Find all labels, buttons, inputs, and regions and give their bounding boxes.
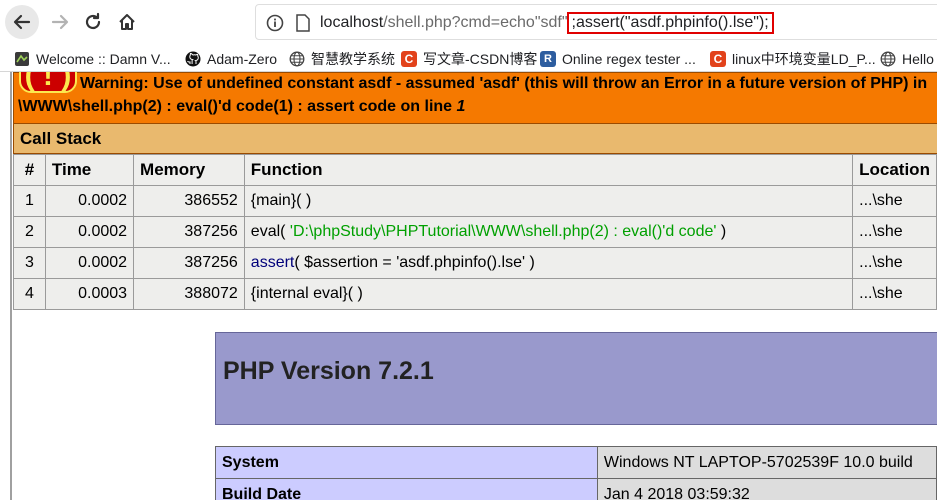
function-name: eval(: [250, 223, 290, 240]
site-info-icon[interactable]: [266, 14, 284, 32]
arrow-right-icon: [51, 14, 69, 30]
bookmark-label: Hello: [902, 51, 934, 67]
bookmark-label: Online regex tester ...: [562, 51, 696, 67]
function-argument: 'D:\phpStudy\PHPTutorial\WWW\shell.php(2…: [289, 223, 717, 240]
call-stack-table: # Time Memory Function Location 1 0.0002…: [13, 154, 937, 310]
cell-time: 0.0002: [44, 185, 135, 217]
table-row: Build Date Jan 4 2018 03:59:32: [215, 478, 937, 500]
forward-button[interactable]: [43, 5, 77, 39]
cell-location: ...\she: [852, 185, 937, 217]
cell-memory: 387256: [133, 247, 245, 279]
dvwa-icon: [14, 51, 30, 67]
cell-time: 0.0002: [44, 216, 135, 248]
bookmark-label: 智慧教学系统: [311, 51, 395, 67]
bookmark-label: Adam-Zero: [207, 51, 278, 67]
col-time: Time: [44, 154, 135, 186]
warning-location-text: \WWW\shell.php(2) : eval()'d code(1) : a…: [18, 98, 457, 115]
cell-function: {main}( ): [243, 185, 854, 217]
function-name: assert: [250, 254, 295, 271]
cell-time: 0.0003: [44, 278, 135, 310]
cell-number: 1: [13, 185, 46, 217]
globe-icon: [880, 51, 896, 67]
bookmarks-bar: Welcome :: Damn V... Adam-Zero 智慧教学系统 C …: [0, 44, 937, 72]
table-row: System Windows NT LAPTOP-5702539F 10.0 b…: [215, 446, 937, 479]
bookmark-regex-tester[interactable]: R Online regex tester ...: [540, 49, 696, 69]
cell-location: ...\she: [852, 247, 937, 279]
bookmark-csdn-write[interactable]: C 写文章-CSDN博客: [401, 49, 537, 69]
cell-number: 2: [13, 216, 46, 248]
table-row: 2 0.0002 387256 eval( 'D:\phpStudy\PHPTu…: [13, 216, 937, 248]
browser-toolbar: localhost/shell.php?cmd=echo"sdf" ;assert…: [0, 0, 937, 44]
left-border: [10, 72, 12, 500]
info-value: Windows NT LAPTOP-5702539F 10.0 build: [596, 446, 937, 479]
arrow-left-icon: [13, 14, 31, 30]
cell-function: assert( $assertion = 'asdf.phpinfo().lse…: [243, 247, 854, 279]
bookmark-teaching-system[interactable]: 智慧教学系统: [289, 49, 395, 69]
cell-time: 0.0002: [44, 247, 135, 279]
url-host: localhost: [320, 14, 384, 31]
bookmark-label: Welcome :: Damn V...: [36, 51, 171, 67]
bookmark-label: linux中环境变量LD_P...: [732, 51, 876, 67]
bookmark-linux-env[interactable]: C linux中环境变量LD_P...: [710, 49, 876, 69]
col-location: Location: [852, 154, 937, 186]
reload-button[interactable]: [76, 5, 110, 39]
url-text[interactable]: localhost/shell.php?cmd=echo"sdf" ;assert…: [320, 12, 774, 34]
col-memory: Memory: [133, 154, 245, 186]
reload-icon: [85, 12, 101, 30]
page-content: ( ! ) Warning: Use of undefined constant…: [0, 72, 937, 500]
warning-line-number: 1: [456, 98, 466, 115]
cell-location: ...\she: [852, 216, 937, 248]
php-warning-banner: ( ! ) Warning: Use of undefined constant…: [13, 72, 937, 124]
function-argument: ( $assertion = 'asdf.phpinfo().lse' ): [294, 254, 535, 271]
function-name: {internal eval}( ): [250, 285, 363, 302]
function-name: {main}( ): [250, 192, 312, 209]
call-stack-title: Call Stack: [13, 124, 937, 154]
home-icon: [119, 14, 135, 30]
function-close: ): [716, 223, 727, 240]
table-row: 4 0.0003 388072 {internal eval}( ) ...\s…: [13, 278, 937, 310]
home-button[interactable]: [110, 5, 144, 39]
cell-memory: 386552: [133, 185, 245, 217]
regex101-icon: R: [540, 51, 556, 67]
table-header-row: # Time Memory Function Location: [13, 154, 937, 186]
warning-message: Warning: Use of undefined constant asdf …: [80, 75, 928, 92]
csdn-icon: C: [401, 51, 417, 67]
github-icon: [185, 51, 201, 67]
info-value: Jan 4 2018 03:59:32: [596, 478, 937, 500]
phpinfo-header: PHP Version 7.2.1: [215, 332, 937, 425]
cell-function: eval( 'D:\phpStudy\PHPTutorial\WWW\shell…: [243, 216, 854, 248]
cell-number: 4: [13, 278, 46, 310]
col-number: #: [13, 154, 46, 186]
warning-icon: ( ! ): [19, 72, 77, 93]
cell-memory: 388072: [133, 278, 245, 310]
bookmark-hello[interactable]: Hello: [880, 49, 934, 69]
cell-number: 3: [13, 247, 46, 279]
csdn-icon: C: [710, 51, 726, 67]
page-icon: [296, 14, 310, 32]
cell-function: {internal eval}( ): [243, 278, 854, 310]
bookmark-adam-zero[interactable]: Adam-Zero: [185, 49, 277, 69]
bookmark-dvwa[interactable]: Welcome :: Damn V...: [14, 49, 171, 69]
back-button[interactable]: [5, 5, 39, 39]
col-function: Function: [243, 154, 854, 186]
address-bar[interactable]: localhost/shell.php?cmd=echo"sdf" ;assert…: [255, 4, 937, 40]
url-highlighted-payload: ;assert("asdf.phpinfo().lse");: [566, 12, 774, 34]
url-path: /shell.php?cmd=echo"sdf": [383, 14, 568, 31]
info-key: System: [215, 446, 598, 479]
phpinfo-table: System Windows NT LAPTOP-5702539F 10.0 b…: [215, 446, 937, 500]
bookmark-label: 写文章-CSDN博客: [423, 51, 538, 67]
table-row: 1 0.0002 386552 {main}( ) ...\she: [13, 185, 937, 217]
info-key: Build Date: [215, 478, 598, 500]
cell-memory: 387256: [133, 216, 245, 248]
table-row: 3 0.0002 387256 assert( $assertion = 'as…: [13, 247, 937, 279]
cell-location: ...\she: [852, 278, 937, 310]
globe-icon: [289, 51, 305, 67]
warning-location: \WWW\shell.php(2) : eval()'d code(1) : a…: [18, 97, 465, 117]
php-version-title: PHP Version 7.2.1: [223, 357, 434, 385]
